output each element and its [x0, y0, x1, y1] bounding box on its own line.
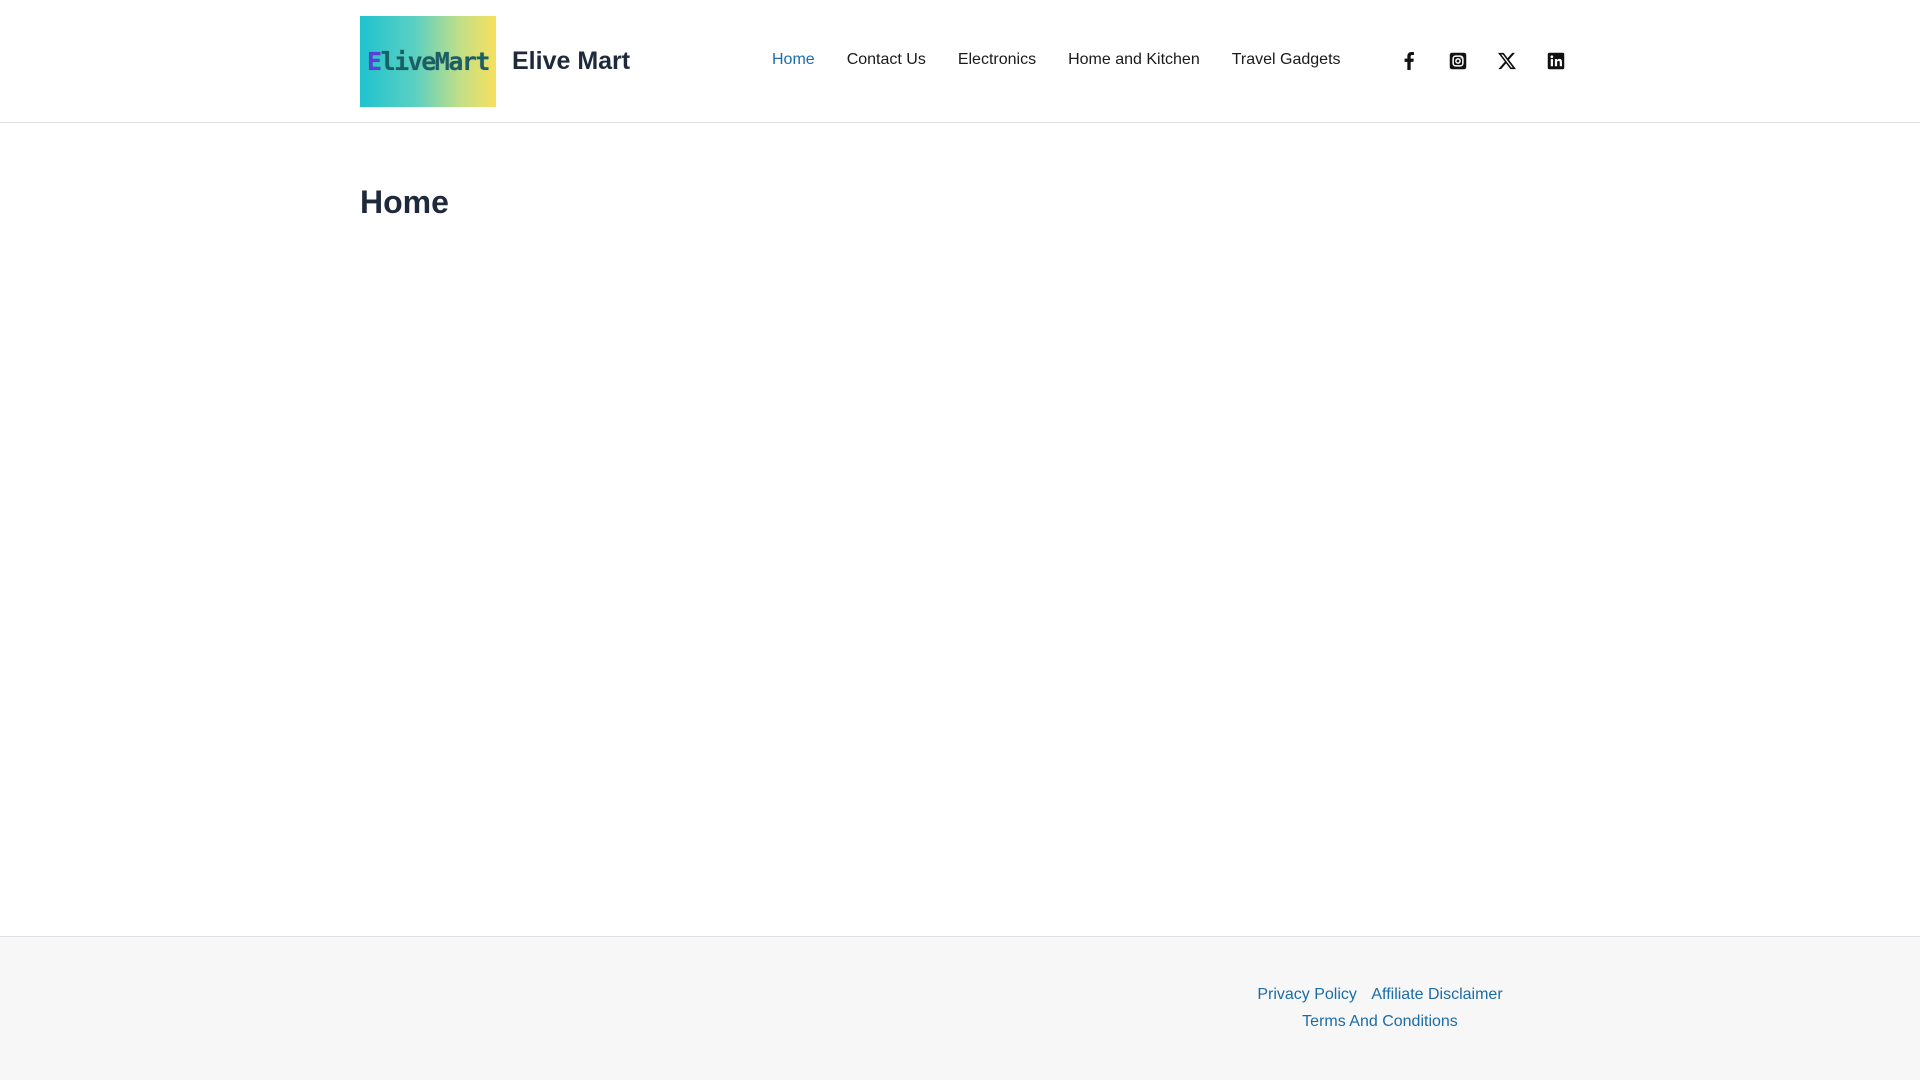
- instagram-link[interactable]: [1433, 37, 1482, 86]
- nav-item-electronics[interactable]: Electronics: [942, 0, 1052, 121]
- main-nav: Home Contact Us Electronics Home and Kit…: [772, 0, 1357, 122]
- site-footer: Privacy Policy Affiliate Disclaimer Term…: [0, 936, 1920, 1080]
- main-content: Home: [360, 182, 1560, 222]
- x-twitter-icon: [1497, 52, 1516, 70]
- nav-item-contact-us[interactable]: Contact Us: [831, 0, 942, 121]
- nav-item-home[interactable]: Home: [772, 0, 831, 121]
- instagram-icon: [1449, 52, 1466, 70]
- footer-menu: Privacy Policy Affiliate Disclaimer Term…: [1240, 981, 1520, 1035]
- logo-text: EliveMart: [367, 47, 490, 76]
- footer-link-terms-and-conditions[interactable]: Terms And Conditions: [1302, 1013, 1458, 1030]
- site-logo[interactable]: EliveMart: [360, 16, 496, 107]
- page: EliveMart Elive Mart Home Contact Us Ele…: [0, 0, 1920, 1080]
- footer-link-privacy-policy[interactable]: Privacy Policy: [1257, 986, 1357, 1003]
- nav-item-travel-gadgets[interactable]: Travel Gadgets: [1216, 0, 1357, 121]
- facebook-icon: [1404, 52, 1414, 70]
- header-inner: EliveMart Elive Mart Home Contact Us Ele…: [360, 0, 1564, 122]
- linkedin-icon: [1547, 52, 1564, 70]
- linkedin-link[interactable]: [1531, 37, 1580, 86]
- site-brand-link[interactable]: EliveMart Elive Mart: [360, 16, 630, 107]
- x-twitter-link[interactable]: [1482, 37, 1531, 86]
- social-links: [1384, 0, 1580, 122]
- site-header: EliveMart Elive Mart Home Contact Us Ele…: [0, 0, 1920, 123]
- facebook-link[interactable]: [1384, 37, 1433, 86]
- site-title[interactable]: Elive Mart: [512, 47, 630, 76]
- nav-item-home-and-kitchen[interactable]: Home and Kitchen: [1052, 0, 1216, 121]
- footer-link-affiliate-disclaimer[interactable]: Affiliate Disclaimer: [1371, 986, 1502, 1003]
- page-title: Home: [360, 184, 449, 220]
